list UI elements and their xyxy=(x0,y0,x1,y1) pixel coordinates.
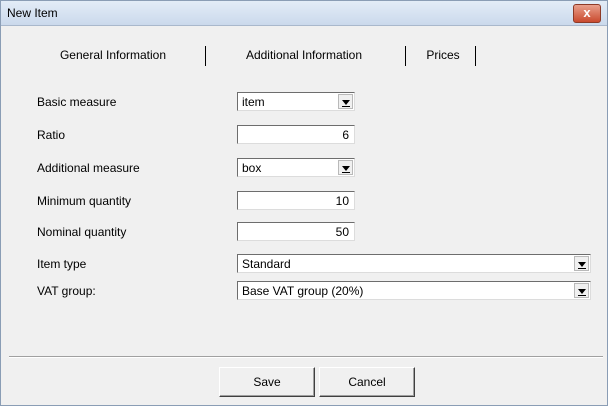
form-row-additional-measure: Additional measure box xyxy=(1,158,608,178)
nominal-quantity-input[interactable]: 50 xyxy=(237,222,355,241)
form-row-basic-measure: Basic measure item xyxy=(1,92,608,112)
form-row-nominal-quantity: Nominal quantity 50 xyxy=(1,222,608,242)
ratio-input[interactable]: 6 xyxy=(237,125,355,144)
additional-measure-value: box xyxy=(242,161,262,175)
close-button[interactable]: x xyxy=(573,4,601,23)
chevron-down-icon[interactable] xyxy=(574,256,589,271)
vat-group-value: Base VAT group (20%) xyxy=(242,284,364,298)
tab-general-information[interactable]: General Information xyxy=(23,43,203,67)
ratio-label: Ratio xyxy=(37,128,66,142)
form-row-item-type: Item type Standard xyxy=(1,254,608,274)
tab-bar: General Information Additional Informati… xyxy=(23,43,493,67)
window-title: New Item xyxy=(7,6,58,20)
nominal-quantity-value: 50 xyxy=(335,225,349,239)
chevron-down-icon[interactable] xyxy=(574,283,589,298)
tab-separator xyxy=(475,46,476,66)
tab-prices[interactable]: Prices xyxy=(411,43,475,67)
dialog-window: New Item x General Information Additiona… xyxy=(0,0,608,406)
footer-divider xyxy=(9,356,603,358)
item-type-label: Item type xyxy=(37,257,87,271)
form-row-minimum-quantity: Minimum quantity 10 xyxy=(1,191,608,211)
nominal-quantity-label: Nominal quantity xyxy=(37,225,127,239)
chevron-down-icon[interactable] xyxy=(338,160,353,175)
form-row-vat-group: VAT group: Base VAT group (20%) xyxy=(1,281,608,301)
basic-measure-label: Basic measure xyxy=(37,95,117,109)
minimum-quantity-input[interactable]: 10 xyxy=(237,191,355,210)
additional-measure-select[interactable]: box xyxy=(237,158,355,177)
tab-separator xyxy=(405,46,406,66)
vat-group-label: VAT group: xyxy=(37,284,96,298)
additional-measure-label: Additional measure xyxy=(37,161,140,175)
tab-additional-information[interactable]: Additional Information xyxy=(213,43,395,67)
item-type-value: Standard xyxy=(242,257,291,271)
close-icon: x xyxy=(583,5,591,20)
ratio-value: 6 xyxy=(342,128,349,142)
save-button[interactable]: Save xyxy=(219,367,315,397)
chevron-down-icon[interactable] xyxy=(338,94,353,109)
basic-measure-select[interactable]: item xyxy=(237,92,355,111)
item-type-select[interactable]: Standard xyxy=(237,254,591,273)
basic-measure-value: item xyxy=(242,95,265,109)
vat-group-select[interactable]: Base VAT group (20%) xyxy=(237,281,591,300)
form-row-ratio: Ratio 6 xyxy=(1,125,608,145)
title-bar[interactable]: New Item x xyxy=(1,1,607,26)
minimum-quantity-value: 10 xyxy=(335,194,349,208)
minimum-quantity-label: Minimum quantity xyxy=(37,194,132,208)
tab-separator xyxy=(205,46,206,66)
cancel-button[interactable]: Cancel xyxy=(319,367,415,397)
